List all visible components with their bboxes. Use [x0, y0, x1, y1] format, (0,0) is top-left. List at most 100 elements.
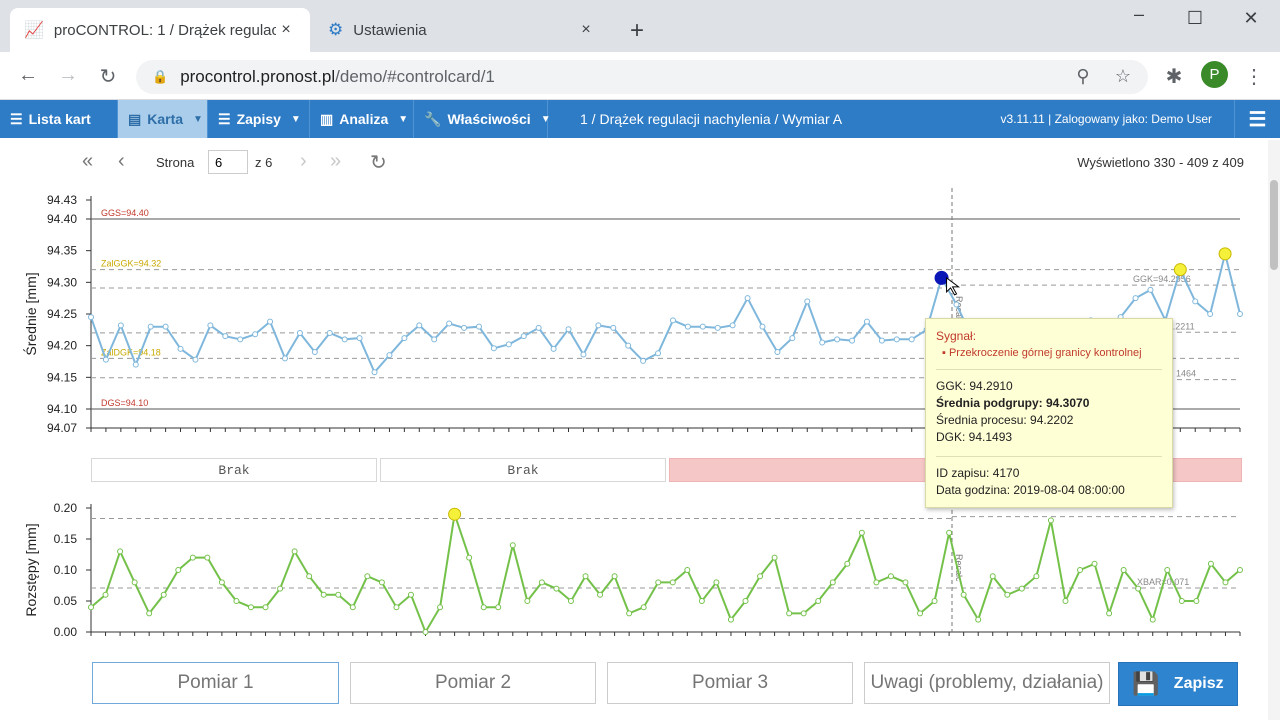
url-field[interactable]: 🔒 procontrol.pronost.pl /demo/#controlca… [136, 60, 1148, 94]
page-number-input[interactable] [208, 150, 248, 174]
data-point [1106, 610, 1113, 617]
minimize-icon[interactable]: – [1124, 4, 1154, 25]
browser-tab-active[interactable]: 📈 proCONTROL: 1 / Drążek regulacji nachy… [10, 8, 310, 52]
data-point [893, 336, 900, 343]
hamburger-icon[interactable]: ☰ [1234, 100, 1280, 138]
data-point [759, 323, 766, 330]
data-point [262, 604, 269, 611]
data-point [222, 333, 229, 340]
y-tick-label: 94.20 [47, 339, 77, 353]
data-point [538, 579, 545, 586]
tooltip-title: Sygnał: [936, 329, 977, 343]
y-tick-label: 94.40 [47, 212, 77, 226]
data-point [553, 585, 560, 592]
notes-input[interactable] [864, 662, 1110, 704]
data-point [1004, 591, 1011, 598]
menu-karta[interactable]: ▤ Karta ▼ [118, 100, 208, 138]
y-tick-label: 94.35 [47, 244, 77, 258]
data-point [335, 591, 342, 598]
data-point [610, 324, 617, 331]
measurement-1-input[interactable] [92, 662, 339, 704]
range-chart[interactable]: 0.200.150.100.050.00Rozstępy [mm] XBAR=0.… [0, 494, 1250, 644]
data-point [189, 554, 196, 561]
close-icon[interactable]: × [276, 21, 296, 39]
limit-label: ZalGGK=94.32 [101, 259, 161, 269]
menu-lista-kart[interactable]: ☰ Lista kart [0, 100, 118, 138]
menu-zapisy[interactable]: ☰ Zapisy ▼ [208, 100, 310, 138]
data-point [975, 616, 982, 623]
next-page-icon[interactable]: › [300, 150, 307, 173]
scrollbar-thumb[interactable] [1270, 180, 1278, 270]
browser-tab-settings[interactable]: ⚙ Ustawienia × [314, 8, 610, 52]
back-icon[interactable]: ← [16, 64, 40, 87]
data-point [655, 579, 662, 586]
first-page-icon[interactable]: « [82, 150, 93, 173]
data-point [88, 604, 94, 611]
data-point [1147, 286, 1154, 293]
data-point [1192, 298, 1199, 305]
y-tick-label: 0.20 [54, 501, 78, 515]
scrollbar[interactable] [1268, 140, 1280, 720]
data-point [349, 604, 356, 611]
close-window-icon[interactable]: ✕ [1236, 8, 1266, 29]
maximize-icon[interactable]: ☐ [1180, 8, 1210, 29]
series-line [90, 513, 1241, 635]
data-point [863, 318, 870, 325]
data-point [931, 598, 938, 604]
mouse-cursor-icon [946, 276, 961, 296]
browser-tab-strip: 📈 proCONTROL: 1 / Drążek regulacji nachy… [0, 0, 1280, 52]
limit-label: GGS=94.40 [101, 208, 149, 218]
extensions-icon[interactable]: ✱ [1162, 64, 1186, 89]
y-tick-label: 94.15 [47, 370, 77, 384]
page-title: 1 / Drążek regulacji nachylenia / Wymiar… [580, 111, 843, 127]
y-axis-label: Średnie [mm] [22, 272, 39, 355]
data-point [466, 554, 473, 561]
star-icon[interactable]: ☆ [1112, 66, 1134, 87]
data-point [669, 317, 676, 324]
data-point [162, 323, 169, 330]
data-point [1149, 616, 1156, 623]
data-point [917, 610, 924, 617]
data-point [626, 610, 633, 617]
data-point [946, 529, 953, 536]
zoom-icon[interactable]: ⚲ [1072, 66, 1094, 87]
menu-analiza[interactable]: ▥ Analiza ▼ [310, 100, 414, 138]
data-point [1120, 567, 1127, 573]
data-point [117, 548, 124, 555]
more-menu-icon[interactable]: ⋮ [1242, 64, 1266, 89]
menu-wlasciwosci[interactable]: 🔧 Właściwości ▼ [414, 100, 551, 138]
new-tab-button[interactable]: + [624, 18, 650, 44]
forward-icon[interactable]: → [56, 64, 80, 87]
data-point [204, 554, 211, 561]
y-tick-label: 0.15 [54, 532, 78, 546]
measurement-3-input[interactable] [607, 662, 853, 704]
data-point [237, 336, 244, 343]
data-point [416, 322, 423, 329]
data-point [953, 301, 960, 308]
reload-icon[interactable]: ↻ [96, 64, 120, 89]
data-point [684, 567, 691, 573]
prev-page-icon[interactable]: ‹ [118, 150, 125, 173]
data-point [989, 573, 996, 580]
data-point [192, 356, 199, 363]
data-point [640, 357, 647, 364]
avatar[interactable]: P [1201, 61, 1228, 88]
close-icon[interactable]: × [576, 21, 596, 39]
data-point [625, 342, 632, 349]
save-button[interactable]: 💾 Zapisz [1118, 662, 1238, 706]
y-tick-label: 94.43 [47, 193, 77, 207]
url-host: procontrol.pronost.pl [180, 67, 336, 86]
rule-status-1: Brak [91, 458, 377, 482]
last-page-icon[interactable]: » [330, 150, 341, 173]
data-point [786, 610, 793, 617]
data-point [960, 591, 967, 598]
data-point [277, 585, 284, 592]
tab-title: Ustawienia [353, 21, 427, 39]
y-axis-label: Rozstępy [mm] [23, 523, 39, 616]
refresh-icon[interactable]: ↻ [370, 150, 387, 175]
pager: « ‹ Strona z 6 › » ↻ Wyświetlono 330 - 4… [0, 140, 1280, 182]
measurement-2-input[interactable] [350, 662, 596, 704]
url-path: /demo/#controlcard/1 [335, 67, 495, 86]
signal-point [1218, 247, 1232, 261]
card-icon: ▤ [128, 110, 142, 127]
